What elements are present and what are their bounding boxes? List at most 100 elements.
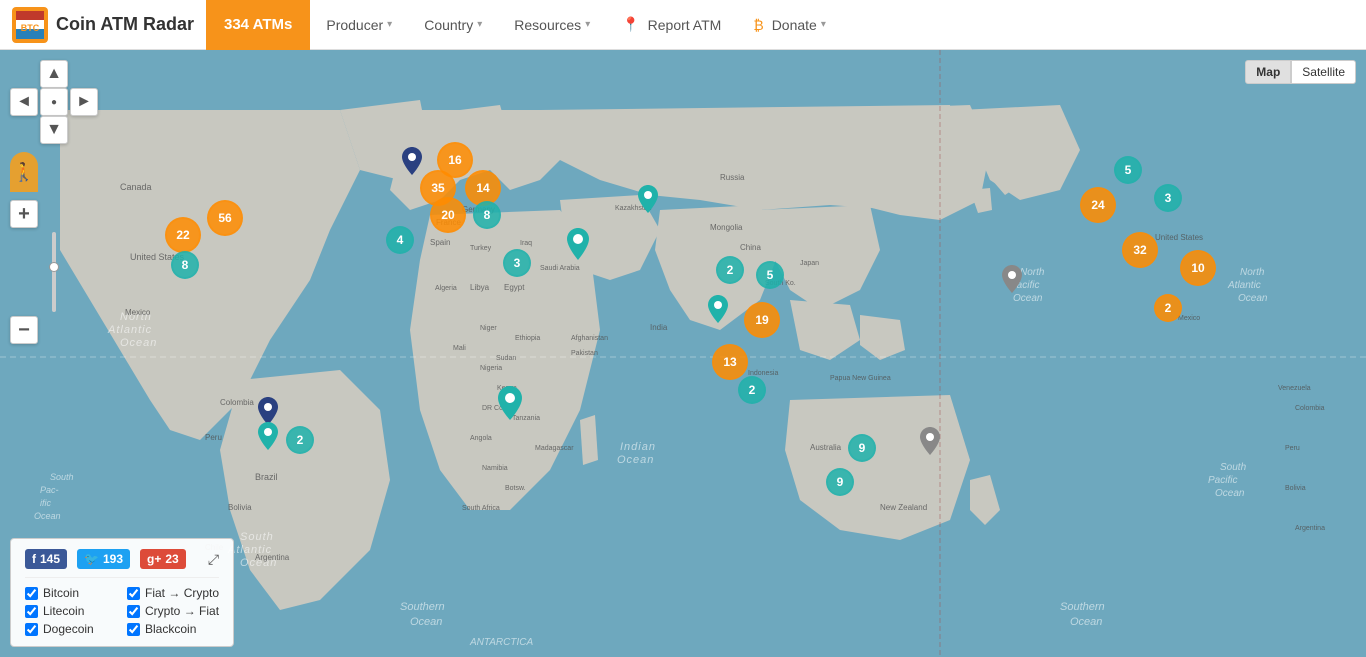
nav-donate[interactable]: ₿ Donate ▾: [737, 0, 842, 50]
blackcoin-filter[interactable]: Blackcoin: [127, 622, 219, 636]
svg-text:Egypt: Egypt: [504, 283, 525, 292]
atm-pin[interactable]: [1002, 265, 1022, 298]
expand-legend-button[interactable]: ⤢: [208, 551, 219, 568]
zoom-in-button[interactable]: +: [10, 200, 38, 228]
crypto-fiat-checkbox[interactable]: [127, 605, 140, 618]
pan-down-button[interactable]: ▼: [40, 116, 68, 144]
crypto-fiat-filter[interactable]: Crypto → Fiat: [127, 604, 219, 618]
atm-pin[interactable]: [638, 185, 658, 218]
svg-text:Pac-: Pac-: [40, 485, 59, 495]
cluster-marker[interactable]: 3: [503, 249, 531, 277]
cluster-marker[interactable]: 5: [1114, 156, 1142, 184]
satellite-view-button[interactable]: Satellite: [1291, 60, 1356, 84]
bitcoin-filter[interactable]: Bitcoin: [25, 586, 117, 600]
chevron-down-icon: ▾: [585, 19, 590, 30]
svg-text:Atlantic: Atlantic: [107, 324, 152, 336]
nav-producer[interactable]: Producer ▾: [310, 0, 408, 50]
cluster-marker[interactable]: 19: [744, 302, 780, 338]
svg-text:Afghanistan: Afghanistan: [571, 335, 608, 342]
svg-text:Ocean: Ocean: [34, 511, 61, 521]
blackcoin-checkbox[interactable]: [127, 623, 140, 636]
svg-text:Ocean: Ocean: [617, 454, 654, 466]
svg-text:New Zealand: New Zealand: [880, 503, 927, 512]
googleplus-icon: g+: [147, 552, 161, 566]
svg-text:Iraq: Iraq: [520, 240, 532, 247]
legend-filters: Bitcoin Fiat → Crypto Litecoin Crypto → …: [25, 586, 219, 636]
cluster-marker[interactable]: 2: [1154, 294, 1182, 322]
zoom-out-button[interactable]: −: [10, 316, 38, 344]
cluster-marker[interactable]: 22: [165, 217, 201, 253]
litecoin-filter[interactable]: Litecoin: [25, 604, 117, 618]
cluster-marker[interactable]: 13: [712, 344, 748, 380]
pegman-button[interactable]: 🚶: [10, 152, 38, 192]
pan-right-button[interactable]: ►: [70, 88, 98, 116]
svg-text:South: South: [50, 472, 74, 482]
svg-text:Madagascar: Madagascar: [535, 445, 574, 452]
svg-text:Papua New Guinea: Papua New Guinea: [830, 375, 891, 382]
googleplus-share-button[interactable]: g+ 23: [140, 549, 186, 569]
fiat-crypto-checkbox[interactable]: [127, 587, 140, 600]
cluster-marker[interactable]: 24: [1080, 187, 1116, 223]
svg-text:Pakistan: Pakistan: [571, 350, 598, 357]
atm-pin[interactable]: [708, 295, 728, 328]
cluster-marker[interactable]: 8: [171, 251, 199, 279]
cluster-marker[interactable]: 10: [1180, 250, 1216, 286]
pan-left-button[interactable]: ◄: [10, 88, 38, 116]
blackcoin-label: Blackcoin: [145, 622, 196, 636]
svg-text:Ocean: Ocean: [1215, 488, 1245, 499]
cluster-marker[interactable]: 2: [738, 376, 766, 404]
cluster-marker[interactable]: 3: [1154, 184, 1182, 212]
twitter-share-button[interactable]: 🐦 193: [77, 549, 130, 569]
cluster-marker[interactable]: 20: [430, 197, 466, 233]
facebook-share-button[interactable]: f 145: [25, 549, 67, 569]
svg-text:Ethiopia: Ethiopia: [515, 335, 540, 342]
svg-text:Niger: Niger: [480, 325, 497, 332]
atm-pin[interactable]: [567, 228, 589, 265]
map-controls: ▲ ◄ ● ► ▼ 🚶 + −: [10, 60, 98, 344]
nav-country[interactable]: Country ▾: [408, 0, 498, 50]
atm-pin[interactable]: [258, 422, 278, 455]
cluster-marker[interactable]: 56: [207, 200, 243, 236]
svg-text:Colombia: Colombia: [1295, 405, 1325, 412]
header: BTC Coin ATM Radar 334 ATMs Producer ▾ C…: [0, 0, 1366, 50]
cluster-marker[interactable]: 5: [756, 261, 784, 289]
pan-reset-button[interactable]: ●: [40, 88, 68, 116]
fiat-crypto-filter[interactable]: Fiat → Crypto: [127, 586, 219, 600]
svg-text:Mexico: Mexico: [1178, 315, 1200, 322]
atm-pin[interactable]: [920, 427, 940, 460]
svg-text:Nigeria: Nigeria: [480, 365, 502, 372]
svg-text:Angola: Angola: [470, 435, 492, 442]
svg-text:BTC: BTC: [21, 23, 40, 33]
cluster-marker[interactable]: 9: [826, 468, 854, 496]
svg-text:Ocean: Ocean: [1238, 293, 1268, 304]
svg-text:Mongolia: Mongolia: [710, 223, 743, 232]
dogecoin-checkbox[interactable]: [25, 623, 38, 636]
nav-resources[interactable]: Resources ▾: [498, 0, 606, 50]
dogecoin-filter[interactable]: Dogecoin: [25, 622, 117, 636]
pan-up-button[interactable]: ▲: [40, 60, 68, 88]
cluster-marker[interactable]: 8: [473, 201, 501, 229]
svg-text:Southern: Southern: [400, 601, 445, 613]
litecoin-checkbox[interactable]: [25, 605, 38, 618]
cluster-marker[interactable]: 2: [286, 426, 314, 454]
map-view-button[interactable]: Map: [1245, 60, 1291, 84]
fiat-crypto-label: Fiat → Crypto: [145, 586, 219, 600]
bitcoin-checkbox[interactable]: [25, 587, 38, 600]
svg-text:Ocean: Ocean: [1070, 616, 1102, 628]
nav-report-atm-label: Report ATM: [648, 17, 722, 33]
svg-text:Mexico: Mexico: [125, 308, 151, 317]
cluster-marker[interactable]: 4: [386, 226, 414, 254]
atm-count-badge[interactable]: 334 ATMs: [206, 0, 310, 50]
cluster-marker[interactable]: 9: [848, 434, 876, 462]
site-title: Coin ATM Radar: [56, 14, 194, 35]
atm-pin[interactable]: [402, 147, 422, 180]
nav-report-atm[interactable]: 📍 Report ATM: [606, 0, 737, 50]
svg-text:Botsw.: Botsw.: [505, 485, 526, 492]
twitter-icon: 🐦: [84, 552, 99, 566]
atm-pin[interactable]: [498, 386, 522, 425]
cluster-marker[interactable]: 32: [1122, 232, 1158, 268]
svg-text:India: India: [650, 323, 668, 332]
map-container[interactable]: North Atlantic Ocean South Atlantic Ocea…: [0, 50, 1366, 657]
svg-text:Argentina: Argentina: [1295, 525, 1325, 532]
cluster-marker[interactable]: 2: [716, 256, 744, 284]
